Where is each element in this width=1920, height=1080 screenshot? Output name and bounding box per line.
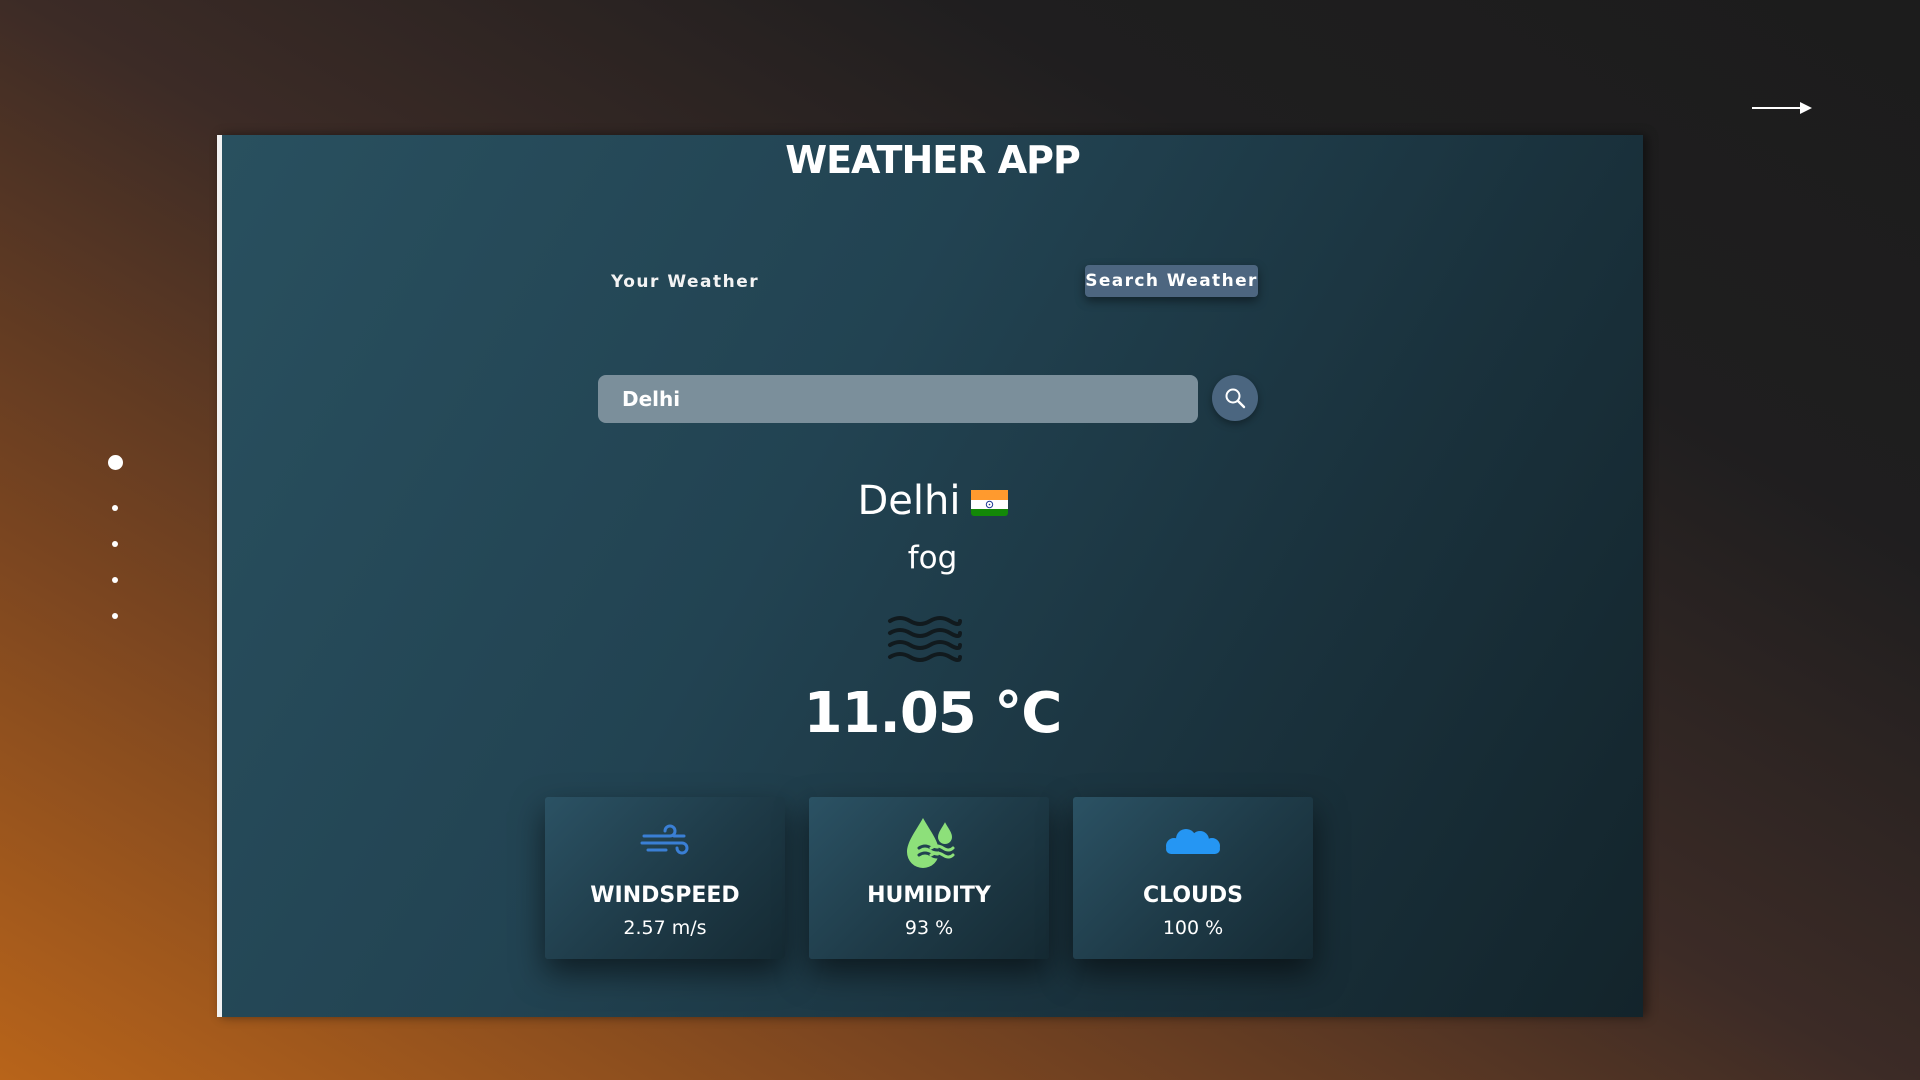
tab-search-weather[interactable]: Search Weather — [1085, 265, 1258, 297]
weather-app-frame: WEATHER APP Your Weather Search Weather … — [217, 135, 1643, 1017]
city-heading: Delhi — [222, 473, 1643, 529]
windspeed-value: 2.57 m/s — [623, 917, 707, 939]
humidity-value: 93 % — [904, 917, 954, 939]
search-icon — [1225, 388, 1246, 409]
temperature: 11.05 °C — [803, 681, 1063, 746]
clouds-value: 100 % — [1162, 917, 1224, 939]
windspeed-label: WINDSPEED — [590, 883, 740, 908]
clouds-icon — [1166, 829, 1220, 854]
humidity-card: HUMIDITY 93 % — [809, 797, 1049, 959]
slide-dot-2[interactable] — [112, 505, 118, 511]
windspeed-card: WINDSPEED 2.57 m/s — [545, 797, 785, 959]
weather-condition: fog — [907, 540, 958, 576]
fog-icon — [886, 613, 964, 665]
humidity-label: HUMIDITY — [867, 883, 991, 908]
wind-icon — [640, 824, 689, 855]
city-search-input[interactable] — [598, 375, 1198, 423]
next-slide-arrow-icon[interactable] — [1750, 96, 1814, 120]
clouds-card: CLOUDS 100 % — [1073, 797, 1313, 959]
app-title: WEATHER APP — [785, 138, 1081, 182]
clouds-label: CLOUDS — [1142, 883, 1244, 908]
city-name: Delhi — [857, 478, 961, 524]
slide-dot-1[interactable] — [108, 455, 123, 470]
search-button[interactable] — [1212, 375, 1258, 421]
tab-your-weather[interactable]: Your Weather — [608, 266, 762, 298]
slide-dot-3[interactable] — [112, 541, 118, 547]
slide-dot-4[interactable] — [112, 577, 118, 583]
india-flag-icon — [970, 487, 1008, 516]
humidity-icon — [907, 817, 955, 868]
slide-dot-5[interactable] — [112, 613, 118, 619]
slide-indicator — [100, 455, 130, 630]
